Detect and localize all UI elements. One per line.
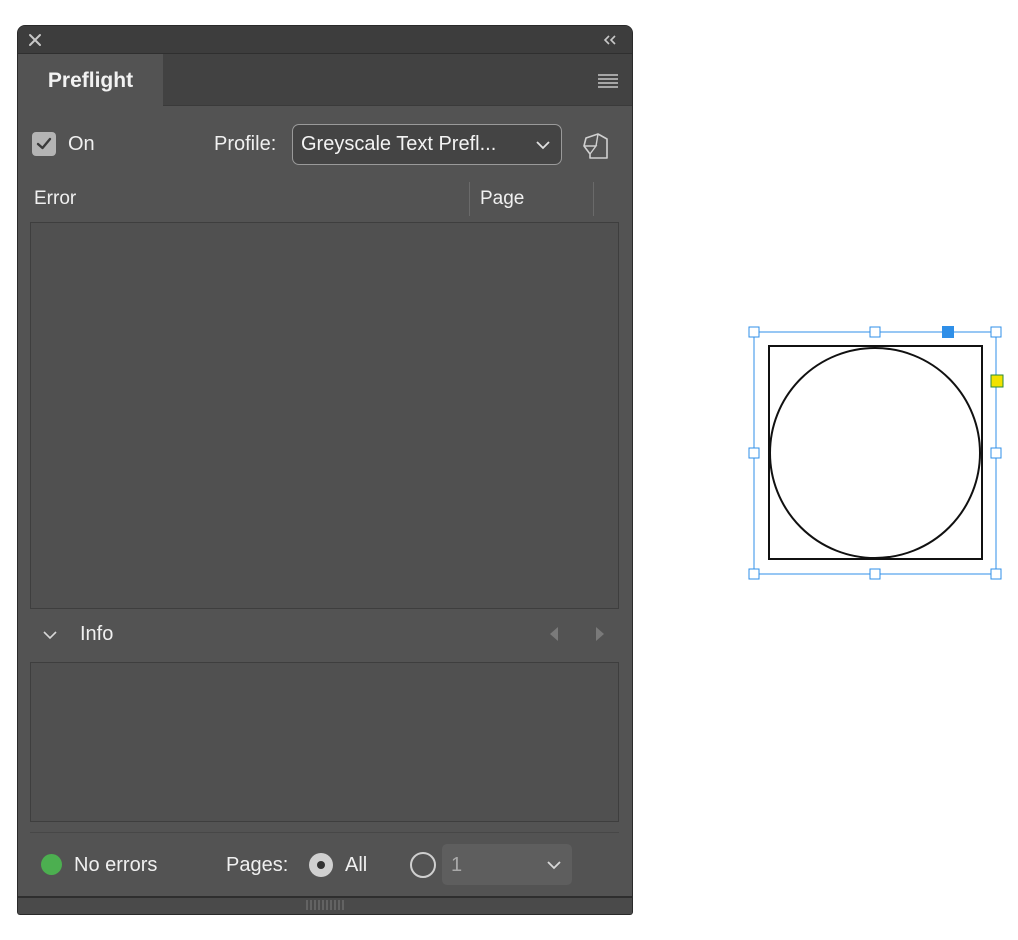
panel-titlebar xyxy=(18,26,632,53)
chevron-down-icon[interactable] xyxy=(42,629,58,641)
pages-range-radio[interactable] xyxy=(410,852,436,878)
tab-preflight[interactable]: Preflight xyxy=(18,54,163,107)
selected-frame-graphic[interactable] xyxy=(748,324,1008,582)
footer-divider xyxy=(30,832,619,833)
chevron-down-icon xyxy=(536,141,550,150)
pages-label: Pages: xyxy=(226,854,289,876)
column-divider[interactable] xyxy=(593,182,594,216)
profile-dropdown[interactable]: Greyscale Text Prefl... xyxy=(292,124,562,165)
panel-resize-bar[interactable] xyxy=(18,896,632,914)
panel-tabbar: Preflight xyxy=(18,53,632,107)
selection-handle[interactable] xyxy=(990,447,1002,459)
profile-value: Greyscale Text Prefl... xyxy=(301,133,497,155)
checkmark-icon xyxy=(36,137,52,150)
page-range-value: 1 xyxy=(451,854,463,876)
panel-menu-icon[interactable] xyxy=(598,74,618,88)
arrow-right-icon[interactable] xyxy=(595,626,605,642)
status-indicator xyxy=(41,854,62,875)
content-grabber-handle[interactable] xyxy=(942,326,954,338)
selection-handle[interactable] xyxy=(748,447,760,459)
selection-handle[interactable] xyxy=(869,326,881,338)
preflight-panel: Preflight On Profile: Greyscale Text Pre… xyxy=(18,26,632,914)
chevron-down-icon xyxy=(547,861,561,870)
page-range-dropdown[interactable]: 1 xyxy=(442,844,572,885)
error-list[interactable] xyxy=(30,222,619,609)
close-icon[interactable] xyxy=(27,32,43,48)
pages-all-label[interactable]: All xyxy=(345,854,367,877)
pages-all-radio[interactable] xyxy=(309,853,333,877)
on-checkbox[interactable] xyxy=(32,132,56,156)
on-label: On xyxy=(68,133,95,155)
collapse-panel-icon[interactable] xyxy=(602,34,618,46)
define-profiles-icon[interactable] xyxy=(580,130,612,162)
selection-handle[interactable] xyxy=(990,326,1002,338)
selection-handle[interactable] xyxy=(869,568,881,580)
column-divider[interactable] xyxy=(469,182,470,216)
resize-grip-icon[interactable] xyxy=(306,900,344,910)
column-header-page[interactable]: Page xyxy=(480,188,524,210)
info-label[interactable]: Info xyxy=(80,623,113,646)
status-label: No errors xyxy=(74,854,158,876)
profile-label: Profile: xyxy=(214,133,277,155)
selection-handle[interactable] xyxy=(748,568,760,580)
selection-handle[interactable] xyxy=(990,568,1002,580)
arrow-left-icon[interactable] xyxy=(549,626,559,642)
anchor-handle[interactable] xyxy=(990,374,1004,388)
info-area xyxy=(30,662,619,822)
selection-handle[interactable] xyxy=(748,326,760,338)
column-header-error[interactable]: Error xyxy=(34,188,76,210)
